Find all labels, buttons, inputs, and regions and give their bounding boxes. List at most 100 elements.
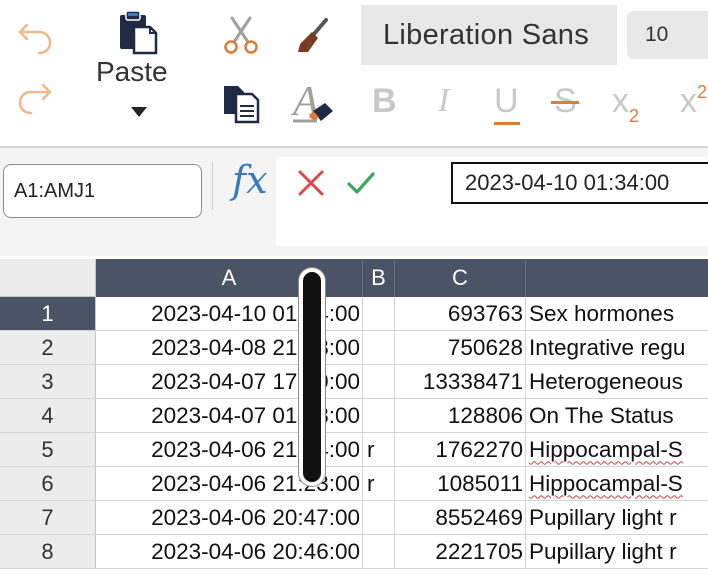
cell-value: 2023-04-07 17:19:00 — [151, 368, 360, 394]
clone-formatting-button[interactable] — [292, 12, 338, 58]
font-size-box[interactable]: 10 — [627, 11, 708, 59]
table-row: 7 2023-04-06 20:47:00 8552469 Pupillary lig… — [0, 501, 708, 535]
cell-value: On The Status — [529, 402, 674, 428]
cell-value: 2023-04-07 01:48:00 — [151, 402, 360, 428]
cell-c[interactable]: 1085011 — [395, 467, 526, 501]
strikethrough-icon — [551, 101, 579, 104]
cell-b[interactable] — [363, 297, 395, 331]
cell-d[interactable]: Heterogeneous — [526, 365, 708, 399]
redo-icon — [18, 83, 52, 115]
cell-c[interactable]: 128806 — [395, 399, 526, 433]
copy-icon — [224, 86, 260, 124]
cell-a[interactable]: 2023-04-06 20:47:00 — [96, 501, 363, 535]
cell-value: 2221705 — [435, 538, 523, 564]
subscript-button[interactable]: x2 — [612, 82, 639, 126]
cell-value: 750628 — [447, 334, 523, 360]
copy-button[interactable] — [218, 80, 264, 126]
superscript-icon: 2 — [697, 82, 708, 102]
cell-c[interactable]: 750628 — [395, 331, 526, 365]
cell-b[interactable] — [363, 501, 395, 535]
cell-b[interactable] — [363, 535, 395, 569]
cell-value: 2023-04-06 21:23:00 — [151, 470, 360, 496]
cell-a[interactable]: 2023-04-06 20:46:00 — [96, 535, 363, 569]
cell-d[interactable]: Hippocampal-S — [526, 467, 708, 501]
cell-value: Hippocampal-S — [529, 470, 683, 496]
checkmark-icon — [347, 172, 375, 194]
italic-button[interactable]: I — [438, 82, 449, 120]
cell-b[interactable] — [363, 365, 395, 399]
cell-value: Sex hormones — [529, 300, 675, 326]
cell-value: 2023-04-06 21:24:00 — [151, 436, 360, 462]
table-row: 6 2023-04-06 21:23:00 r 1085011 Hippocampal-… — [0, 467, 708, 501]
cell-c[interactable]: 13338471 — [395, 365, 526, 399]
cell-c[interactable]: 693763 — [395, 297, 526, 331]
paste-button[interactable] — [112, 8, 162, 56]
row-header[interactable]: 5 — [0, 433, 96, 467]
table-row: 8 2023-04-06 20:46:00 2221705 Pupillary lig… — [0, 535, 708, 569]
paste-dropdown-icon[interactable] — [130, 106, 148, 118]
redo-button[interactable] — [12, 74, 58, 120]
column-resize-handle[interactable] — [299, 268, 325, 486]
row-header[interactable]: 2 — [0, 331, 96, 365]
column-header-c[interactable]: C — [395, 259, 526, 297]
row-header[interactable]: 1 — [0, 297, 96, 331]
cell-b[interactable]: r — [363, 433, 395, 467]
cell-c[interactable]: 1762270 — [395, 433, 526, 467]
cell-c[interactable]: 8552469 — [395, 501, 526, 535]
spreadsheet-grid[interactable]: A B C 1 2023-04-10 01:34:00 693763 Sex horm… — [0, 259, 708, 575]
row-header[interactable]: 4 — [0, 399, 96, 433]
cell-value: 2023-04-08 21:58:00 — [151, 334, 360, 360]
cut-button[interactable] — [218, 12, 264, 58]
subscript-icon: 2 — [629, 106, 640, 126]
column-header-d[interactable] — [526, 259, 708, 297]
cell-value: 1762270 — [435, 436, 523, 462]
clear-formatting-icon: A — [291, 81, 333, 125]
subscript-label: x — [612, 82, 629, 120]
cell-value: Pupillary light r — [529, 538, 677, 564]
font-name-box[interactable]: Liberation Sans — [361, 5, 617, 65]
cell-d[interactable]: Pupillary light r — [526, 501, 708, 535]
cell-c[interactable]: 2221705 — [395, 535, 526, 569]
select-all-corner[interactable] — [0, 259, 96, 297]
cell-d[interactable]: Hippocampal-S — [526, 433, 708, 467]
table-row: 3 2023-04-07 17:19:00 13338471 Heterogeneou… — [0, 365, 708, 399]
table-row: 2 2023-04-08 21:58:00 750628 Integrative re… — [0, 331, 708, 365]
superscript-button[interactable]: x2 — [680, 82, 707, 121]
cell-d[interactable]: Sex hormones — [526, 297, 708, 331]
cell-value: 13338471 — [422, 368, 523, 394]
row-header[interactable]: 6 — [0, 467, 96, 501]
cell-value: Hippocampal-S — [529, 436, 683, 462]
strikethrough-button[interactable]: S — [551, 82, 579, 121]
cut-icon — [224, 16, 258, 54]
paste-label[interactable]: Paste — [96, 56, 168, 88]
cell-b[interactable] — [363, 331, 395, 365]
cell-value: 2023-04-06 20:47:00 — [151, 504, 360, 530]
function-wizard-icon[interactable]: fx — [232, 158, 268, 202]
table-row: 5 2023-04-06 21:24:00 r 1762270 Hippocampal-… — [0, 433, 708, 467]
cell-value: 693763 — [447, 300, 523, 326]
accept-button[interactable] — [342, 164, 380, 202]
name-box[interactable]: A1:AMJ1 — [3, 164, 202, 218]
formula-content[interactable]: 2023-04-10 01:34:00 — [451, 162, 708, 204]
underline-button[interactable]: U — [494, 82, 520, 125]
cell-value: r — [367, 470, 375, 496]
bold-button[interactable]: B — [372, 82, 397, 121]
cancel-button[interactable] — [292, 164, 330, 202]
cell-b[interactable]: r — [363, 467, 395, 501]
column-header-b[interactable]: B — [363, 259, 395, 297]
cell-value: 1085011 — [437, 470, 523, 496]
table-row: 4 2023-04-07 01:48:00 128806 On The Status — [0, 399, 708, 433]
cell-d[interactable]: Integrative regu — [526, 331, 708, 365]
row-header[interactable]: 7 — [0, 501, 96, 535]
cell-value: 128806 — [447, 402, 523, 428]
undo-button[interactable] — [12, 14, 58, 60]
clear-formatting-button[interactable]: A — [290, 80, 338, 126]
row-header[interactable]: 8 — [0, 535, 96, 569]
cell-d[interactable]: Pupillary light r — [526, 535, 708, 569]
cell-d[interactable]: On The Status — [526, 399, 708, 433]
row-header[interactable]: 3 — [0, 365, 96, 399]
paste-icon — [120, 10, 158, 55]
cell-b[interactable] — [363, 399, 395, 433]
toolbar: Paste A Liberation Sans 10 B I U x2 x2 — [0, 0, 708, 146]
cell-value: 2023-04-10 01:34:00 — [151, 300, 360, 326]
